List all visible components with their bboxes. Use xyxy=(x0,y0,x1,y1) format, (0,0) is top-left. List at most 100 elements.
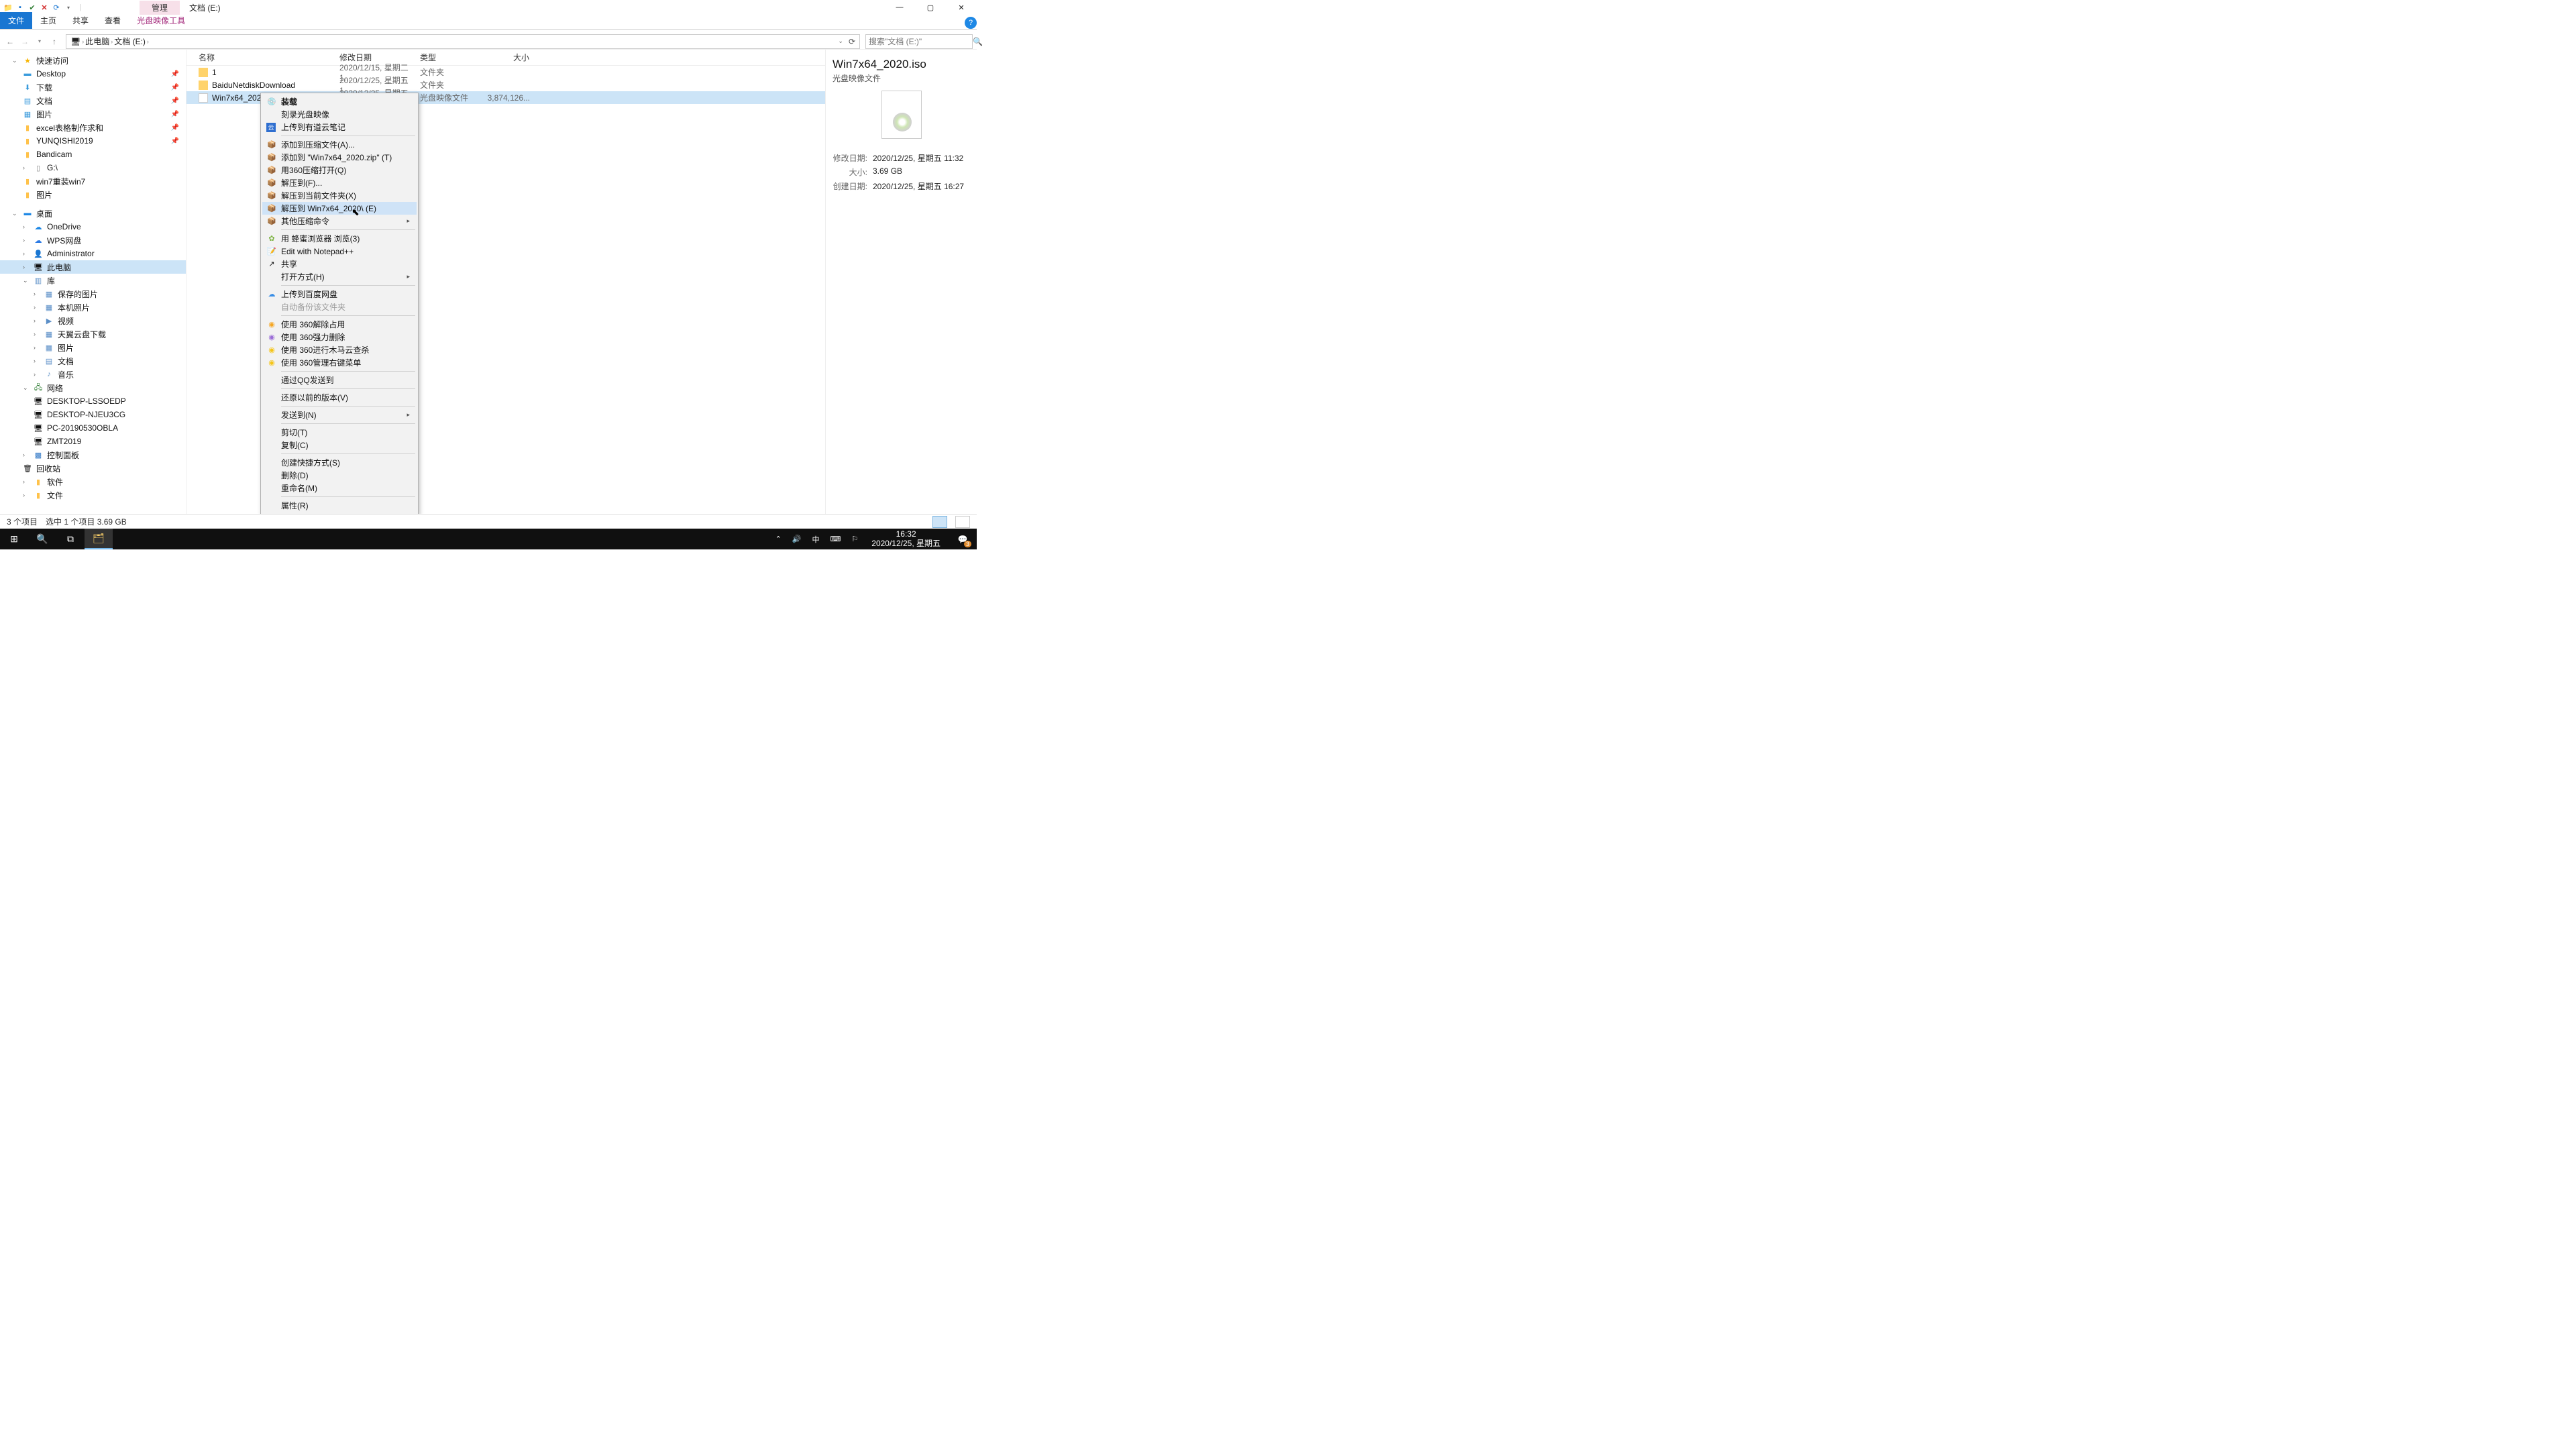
tree-item[interactable]: 🖥DESKTOP-NJEU3CG xyxy=(0,408,186,421)
tree-item[interactable]: ▮win7重装win7 xyxy=(0,174,186,188)
file-row[interactable]: 1 2020/12/15, 星期二 1... 文件夹 xyxy=(186,66,825,78)
refresh-icon[interactable]: ⟳ xyxy=(849,37,855,46)
ctx-burn[interactable]: 刻录光盘映像 xyxy=(262,108,417,121)
tree-item[interactable]: ›▦图片 xyxy=(0,341,186,354)
breadcrumb[interactable]: 🖥 › 此电脑 › 文档 (E:) › ⌄ ⟳ xyxy=(66,34,860,49)
tree-item[interactable]: 🗑回收站 xyxy=(0,462,186,475)
up-button[interactable]: ↑ xyxy=(48,36,60,48)
tree-item[interactable]: ›▯G:\ xyxy=(0,161,186,174)
breadcrumb-root[interactable]: 此电脑 xyxy=(85,36,109,47)
ctx-notepadpp[interactable]: 📝Edit with Notepad++ xyxy=(262,245,417,258)
ime-keyboard-icon[interactable]: ⌨ xyxy=(828,535,844,543)
tree-item[interactable]: ›▮软件 xyxy=(0,475,186,488)
ctx-qq-send[interactable]: 通过QQ发送到 xyxy=(262,374,417,386)
tree-item[interactable]: 🖥ZMT2019 xyxy=(0,435,186,448)
ctx-mount[interactable]: 💿装载 xyxy=(262,95,417,108)
tree-item[interactable]: 🖥DESKTOP-LSSOEDP xyxy=(0,394,186,408)
tree-item[interactable]: ▦图片📌 xyxy=(0,107,186,121)
ctx-open-with[interactable]: 打开方式(H)▸ xyxy=(262,270,417,283)
desktop-root[interactable]: ⌄▬桌面 xyxy=(0,207,186,220)
qat-dropdown-icon[interactable]: ▾ xyxy=(63,2,74,13)
close-button[interactable]: ✕ xyxy=(946,0,977,15)
security-icon[interactable]: ⚐ xyxy=(849,535,861,543)
tree-item[interactable]: ›♪音乐 xyxy=(0,368,186,381)
tree-item[interactable]: ›👤Administrator xyxy=(0,247,186,260)
tree-item[interactable]: ›☁OneDrive xyxy=(0,220,186,233)
refresh-icon[interactable]: ⟳ xyxy=(51,2,62,13)
tree-item[interactable]: ›▤文档 xyxy=(0,354,186,368)
chevron-right-icon[interactable]: › xyxy=(147,38,149,45)
tree-item[interactable]: ▮图片 xyxy=(0,188,186,201)
search-button[interactable]: 🔍 xyxy=(28,529,56,549)
tree-item[interactable]: ⬇下载📌 xyxy=(0,80,186,94)
ctx-360-manage[interactable]: ◉使用 360管理右键菜单 xyxy=(262,356,417,369)
maximize-button[interactable]: ▢ xyxy=(915,0,946,15)
quick-access-root[interactable]: ⌄★快速访问 xyxy=(0,54,186,67)
minimize-button[interactable]: — xyxy=(884,0,915,15)
save-icon[interactable]: ▪ xyxy=(15,2,25,13)
chevron-right-icon[interactable]: › xyxy=(111,38,113,45)
start-button[interactable]: ⊞ xyxy=(0,529,28,549)
tree-item[interactable]: ›▶视频 xyxy=(0,314,186,327)
volume-icon[interactable]: 🔊 xyxy=(790,535,804,543)
tree-item[interactable]: ▤文档📌 xyxy=(0,94,186,107)
tree-item[interactable]: ⌄▥库 xyxy=(0,274,186,287)
close-doc-icon[interactable]: ✕ xyxy=(39,2,50,13)
tree-item[interactable]: ›▦本机照片 xyxy=(0,301,186,314)
search-icon[interactable]: 🔍 xyxy=(973,37,983,46)
tree-item[interactable]: ›☁WPS网盘 xyxy=(0,233,186,247)
ctx-properties[interactable]: 属性(R) xyxy=(262,499,417,512)
col-type[interactable]: 类型 xyxy=(415,52,482,63)
tab-share[interactable]: 共享 xyxy=(64,12,97,29)
tab-home[interactable]: 主页 xyxy=(32,12,64,29)
tree-item-thispc[interactable]: ›🖥此电脑 xyxy=(0,260,186,274)
ctx-360-forcedel[interactable]: ◉使用 360强力删除 xyxy=(262,331,417,343)
file-row[interactable]: BaiduNetdiskDownload 2020/12/25, 星期五 1..… xyxy=(186,78,825,91)
col-name[interactable]: 名称 xyxy=(186,52,334,63)
ctx-bee-browser[interactable]: ✿用 蜂蜜浏览器 浏览(3) xyxy=(262,232,417,245)
search-input[interactable] xyxy=(869,37,973,46)
column-headers[interactable]: 名称 修改日期 类型 大小 xyxy=(186,50,825,66)
ime-indicator[interactable]: 中 xyxy=(810,534,822,545)
view-details-button[interactable] xyxy=(932,516,947,528)
tray-overflow-icon[interactable]: ⌃ xyxy=(773,535,784,543)
tree-item[interactable]: ›▩控制面板 xyxy=(0,448,186,462)
navigation-tree[interactable]: ⌄★快速访问 ▬Desktop📌 ⬇下载📌 ▤文档📌 ▦图片📌 ▮excel表格… xyxy=(0,50,186,519)
search-box[interactable]: 🔍 xyxy=(865,34,973,49)
ctx-delete[interactable]: 删除(D) xyxy=(262,469,417,482)
ctx-youdao[interactable]: 云上传到有道云笔记 xyxy=(262,121,417,133)
tab-iso-tools[interactable]: 光盘映像工具 xyxy=(129,12,193,29)
ctx-cut[interactable]: 剪切(T) xyxy=(262,426,417,439)
col-size[interactable]: 大小 xyxy=(482,52,535,63)
tab-view[interactable]: 查看 xyxy=(97,12,129,29)
tree-item[interactable]: 🖥PC-20190530OBLA xyxy=(0,421,186,435)
ctx-restore-version[interactable]: 还原以前的版本(V) xyxy=(262,391,417,404)
ctx-other-zip[interactable]: 📦其他压缩命令▸ xyxy=(262,215,417,227)
forward-button[interactable]: → xyxy=(19,36,31,48)
tree-item[interactable]: ›▦保存的图片 xyxy=(0,287,186,301)
view-thumbnails-button[interactable] xyxy=(955,516,970,528)
ctx-share[interactable]: ↗共享 xyxy=(262,258,417,270)
ctx-add-zip[interactable]: 📦添加到 "Win7x64_2020.zip" (T) xyxy=(262,151,417,164)
back-button[interactable]: ← xyxy=(4,36,16,48)
tree-item[interactable]: ▮YUNQISHI2019📌 xyxy=(0,134,186,148)
ctx-copy[interactable]: 复制(C) xyxy=(262,439,417,451)
ctx-extract-named[interactable]: 📦解压到 Win7x64_2020\ (E) xyxy=(262,202,417,215)
ctx-open-360zip[interactable]: 📦用360压缩打开(Q) xyxy=(262,164,417,176)
ctx-create-shortcut[interactable]: 创建快捷方式(S) xyxy=(262,456,417,469)
chevron-down-icon[interactable]: ⌄ xyxy=(838,38,843,45)
chevron-right-icon[interactable]: › xyxy=(82,38,84,45)
ctx-extract-to[interactable]: 📦解压到(F)... xyxy=(262,176,417,189)
action-center-button[interactable]: 💬3 xyxy=(951,529,974,549)
ctx-360-scan[interactable]: ◉使用 360进行木马云查杀 xyxy=(262,343,417,356)
tree-item[interactable]: ›▦天翼云盘下载 xyxy=(0,327,186,341)
help-icon[interactable]: ? xyxy=(965,17,977,29)
tree-item[interactable]: ▮excel表格制作求和📌 xyxy=(0,121,186,134)
ctx-baidu-upload[interactable]: ☁上传到百度网盘 xyxy=(262,288,417,301)
ctx-rename[interactable]: 重命名(M) xyxy=(262,482,417,494)
tree-item[interactable]: ›▮文件 xyxy=(0,488,186,502)
ctx-add-archive[interactable]: 📦添加到压缩文件(A)... xyxy=(262,138,417,151)
tree-item[interactable]: ⌄🖧网络 xyxy=(0,381,186,394)
taskbar-explorer[interactable]: 🗂 xyxy=(85,529,113,549)
ctx-360-unlock[interactable]: ◉使用 360解除占用 xyxy=(262,318,417,331)
